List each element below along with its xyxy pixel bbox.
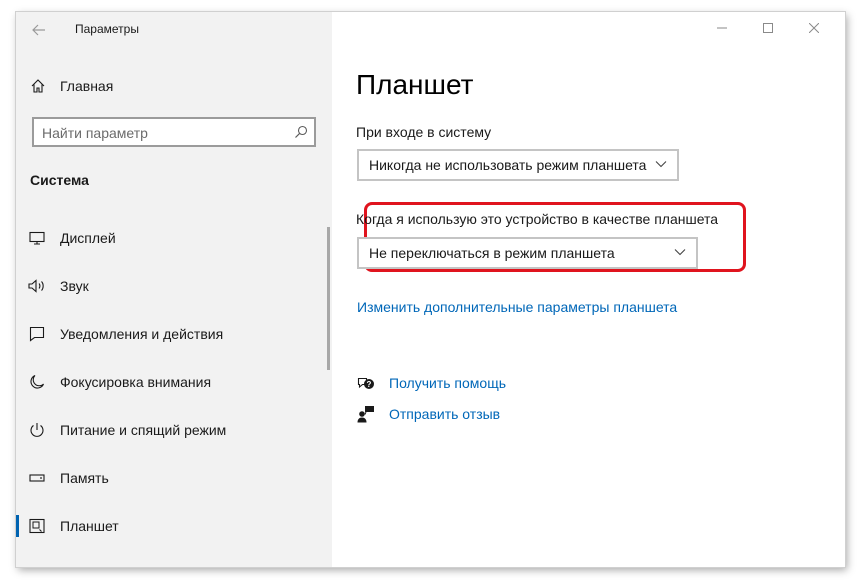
notification-icon xyxy=(28,326,46,342)
sidebar-item-display[interactable]: Дисплей xyxy=(16,219,326,257)
sidebar: Параметры Главная Система Дисплей xyxy=(16,12,332,567)
help-chat-icon: ? xyxy=(357,377,374,389)
advanced-tablet-settings-link[interactable]: Изменить дополнительные параметры планше… xyxy=(357,299,677,315)
speaker-icon xyxy=(28,278,46,294)
search-icon[interactable] xyxy=(294,125,308,139)
search-box[interactable] xyxy=(32,117,316,147)
sidebar-item-label: Уведомления и действия xyxy=(60,326,224,342)
section-title: Система xyxy=(30,172,89,188)
page-title: Планшет xyxy=(356,69,474,100)
signin-label: При входе в систему xyxy=(356,124,492,140)
home-icon xyxy=(31,79,45,93)
signin-mode-dropdown[interactable]: Никогда не использовать режим планшета xyxy=(357,149,679,181)
minimize-icon xyxy=(717,27,727,29)
get-help-row[interactable]: ? Получить помощь xyxy=(357,373,506,393)
sidebar-item-label: Память xyxy=(60,470,109,486)
tablet-use-label: Когда я использую это устройство в качес… xyxy=(356,211,719,227)
close-icon xyxy=(809,23,819,33)
app-title: Параметры xyxy=(75,22,139,36)
chevron-down-icon xyxy=(655,161,667,168)
svg-text:?: ? xyxy=(367,380,372,389)
maximize-button[interactable] xyxy=(745,12,791,44)
power-icon xyxy=(28,422,46,438)
display-icon xyxy=(28,230,46,246)
sidebar-item-storage[interactable]: Память xyxy=(16,459,326,497)
sidebar-item-label: Питание и спящий режим xyxy=(60,422,227,438)
search-input[interactable] xyxy=(42,124,282,142)
sidebar-item-power[interactable]: Питание и спящий режим xyxy=(16,411,326,449)
send-feedback-link[interactable]: Отправить отзыв xyxy=(389,406,500,422)
get-help-link[interactable]: Получить помощь xyxy=(389,375,506,391)
maximize-icon xyxy=(763,23,773,33)
close-button[interactable] xyxy=(791,12,837,44)
tablet-icon xyxy=(28,518,46,534)
home-label: Главная xyxy=(60,78,114,94)
feedback-person-icon xyxy=(357,406,374,423)
tablet-use-dropdown[interactable]: Не переключаться в режим планшета xyxy=(357,237,698,269)
back-button[interactable] xyxy=(26,17,52,43)
signin-mode-value: Никогда не использовать режим планшета xyxy=(369,157,647,173)
back-arrow-icon xyxy=(32,24,45,36)
sidebar-item-focus-assist[interactable]: Фокусировка внимания xyxy=(16,363,326,401)
sidebar-item-sound[interactable]: Звук xyxy=(16,267,326,305)
sidebar-item-label: Планшет xyxy=(60,518,119,534)
chevron-down-icon xyxy=(674,249,686,256)
sidebar-item-label: Фокусировка внимания xyxy=(60,374,212,390)
storage-icon xyxy=(28,470,46,486)
sidebar-item-tablet[interactable]: Планшет xyxy=(16,507,326,545)
sidebar-item-label: Звук xyxy=(60,278,89,294)
moon-icon xyxy=(28,374,46,390)
minimize-button[interactable] xyxy=(699,12,745,44)
settings-window: Параметры Главная Система Дисплей xyxy=(16,12,845,567)
nav-home[interactable]: Главная xyxy=(30,74,113,98)
feedback-row[interactable]: Отправить отзыв xyxy=(357,404,500,424)
sidebar-scrollbar[interactable] xyxy=(327,227,330,370)
sidebar-item-label: Дисплей xyxy=(60,230,116,246)
sidebar-item-notifications[interactable]: Уведомления и действия xyxy=(16,315,326,353)
tablet-use-value: Не переключаться в режим планшета xyxy=(369,245,615,261)
main-panel: Планшет При входе в систему Никогда не и… xyxy=(332,12,845,567)
